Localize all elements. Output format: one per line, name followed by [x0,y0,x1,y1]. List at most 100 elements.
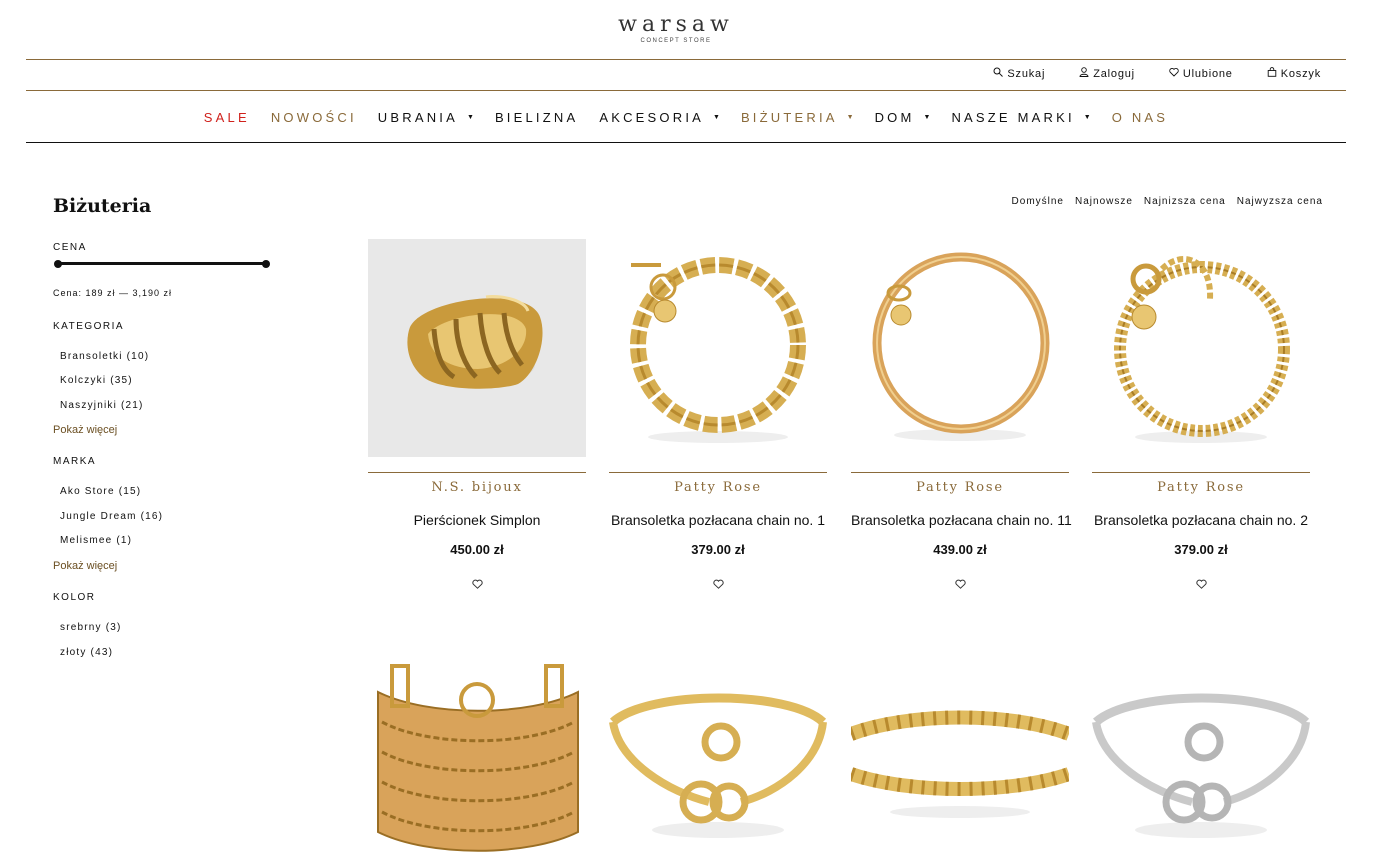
nav-item-nasze-marki[interactable]: NASZE MARKI ▼ [951,110,1090,125]
product-card [368,662,586,864]
search-label: Szukaj [1007,67,1046,80]
logo-tagline: CONCEPT STORE [640,38,712,44]
price-filter-heading: CENA [53,242,87,253]
product-name[interactable]: Pierścionek Simplon [368,512,586,528]
nav-item-nowosci[interactable]: NOWOŚCI [271,110,357,125]
color-option[interactable]: srebrny (3) [60,622,122,633]
caret-down-icon: ▼ [1083,114,1091,121]
search-icon [993,67,1004,80]
product-price: 439.00 zł [933,542,987,557]
product-image-link-bracelet[interactable] [1092,239,1310,457]
product-card: N.S. bijoux Pierścionek Simplon 450.00 z… [368,239,586,594]
nav-label: BIELIZNA [494,110,579,125]
sort-options: Domyślne Najnowsze Najnizsza cena Najwyz… [1012,196,1323,207]
filter-sidebar: Biżuteria [53,195,293,217]
product-brand[interactable]: N.S. bijoux [368,480,586,495]
sort-lowest-price[interactable]: Najnizsza cena [1144,196,1226,207]
nav-item-dom[interactable]: DOM ▼ [875,110,931,125]
brand-option[interactable]: Melismee (1) [60,535,132,546]
color-option[interactable]: złoty (43) [60,647,113,658]
user-icon [1079,67,1089,80]
nav-item-bizuteria[interactable]: BIŻUTERIA ▼ [741,110,854,125]
nav-item-sale[interactable]: SALE [204,110,250,125]
utility-nav: Szukaj Zaloguj Ulubione Koszyk [993,67,1321,80]
product-image-knot-bangle-gold[interactable] [609,662,827,864]
category-filter-heading: KATEGORIA [53,321,125,332]
add-to-favorites-heart-icon[interactable] [471,576,483,594]
product-image-snake-bracelet[interactable] [851,239,1069,457]
brand-filter-heading: MARKA [53,456,97,467]
product-image-chain-bracelet[interactable] [609,239,827,457]
product-image-ring[interactable] [368,239,586,457]
cart-label: Koszyk [1280,67,1321,80]
product-brand[interactable]: Patty Rose [851,480,1069,495]
nav-label: NASZE MARKI [951,110,1075,125]
category-option[interactable]: Naszyjniki (21) [60,400,144,411]
caret-down-icon: ▼ [467,114,474,121]
login-link[interactable]: Zaloguj [1079,67,1135,80]
product-card [1092,662,1310,864]
heart-icon [1169,67,1179,80]
product-card [851,662,1069,864]
page-title: Biżuteria [53,195,152,217]
product-name[interactable]: Bransoletka pozłacana chain no. 11 [851,512,1072,528]
price-range-min-handle[interactable] [54,260,62,268]
product-divider [368,472,586,473]
product-image-twisted-cuff[interactable] [851,662,1069,864]
brand-show-more-link[interactable]: Pokaż więcej [53,560,117,572]
caret-down-icon: ▼ [713,114,720,121]
product-card [609,662,827,864]
product-image-mesh-cuff[interactable] [368,662,586,864]
nav-label: BIŻUTERIA [740,110,838,125]
nav-label: UBRANIA [377,110,458,125]
sort-highest-price[interactable]: Najwyzsza cena [1237,196,1323,207]
category-option[interactable]: Bransoletki (10) [60,351,149,362]
product-name[interactable]: Bransoletka pozłacana chain no. 2 [1092,512,1310,528]
store-logo[interactable]: warsaw CONCEPT STORE [0,12,1352,44]
nav-item-bielizna[interactable]: BIELIZNA [495,110,578,125]
sort-newest[interactable]: Najnowsze [1075,196,1133,207]
favorites-label: Ulubione [1182,67,1233,80]
main-nav: SALE NOWOŚCI UBRANIA ▼ BIELIZNA AKCESORIA… [0,110,1372,125]
logo-wordmark: warsaw [618,12,734,37]
nav-label: NOWOŚCI [270,110,357,125]
product-price: 379.00 zł [1174,542,1228,557]
add-to-favorites-heart-icon[interactable] [1195,576,1207,594]
header-divider-top [26,59,1346,60]
price-range-track[interactable] [57,262,266,265]
nav-item-ubrania[interactable]: UBRANIA ▼ [378,110,474,125]
product-image-knot-bangle-silver[interactable] [1092,662,1310,864]
header-divider-bottom [26,142,1346,143]
brand-option[interactable]: Ako Store (15) [60,486,141,497]
nav-label: AKCESORIA [599,110,704,125]
brand-option[interactable]: Jungle Dream (16) [60,511,163,522]
nav-item-o-nas[interactable]: O NAS [1112,110,1168,125]
bag-icon [1267,67,1277,80]
sort-default[interactable]: Domyślne [1012,196,1064,207]
product-divider [851,472,1069,473]
product-divider [1092,472,1310,473]
cart-link[interactable]: Koszyk [1267,67,1321,80]
product-card: Patty Rose Bransoletka pozłacana chain n… [851,239,1072,594]
nav-label: DOM [874,110,915,125]
product-divider [609,472,827,473]
search-link[interactable]: Szukaj [993,67,1045,80]
add-to-favorites-heart-icon[interactable] [954,576,966,594]
category-show-more-link[interactable]: Pokaż więcej [53,424,117,436]
category-option[interactable]: Kolczyki (35) [60,375,133,386]
add-to-favorites-heart-icon[interactable] [712,576,724,594]
login-label: Zaloguj [1093,67,1135,80]
nav-label: SALE [203,110,250,125]
product-brand[interactable]: Patty Rose [609,480,827,495]
product-price: 379.00 zł [691,542,745,557]
color-filter-heading: KOLOR [53,592,96,603]
nav-label: O NAS [1111,110,1169,125]
product-card: Patty Rose Bransoletka pozłacana chain n… [1092,239,1310,594]
favorites-link[interactable]: Ulubione [1169,67,1233,80]
nav-item-akcesoria[interactable]: AKCESORIA ▼ [599,110,720,125]
product-brand[interactable]: Patty Rose [1092,480,1310,495]
product-name[interactable]: Bransoletka pozłacana chain no. 1 [609,512,827,528]
price-range-max-handle[interactable] [262,260,270,268]
header-divider-middle [26,90,1346,91]
price-range-text: Cena: 189 zł — 3,190 zł [53,288,173,298]
